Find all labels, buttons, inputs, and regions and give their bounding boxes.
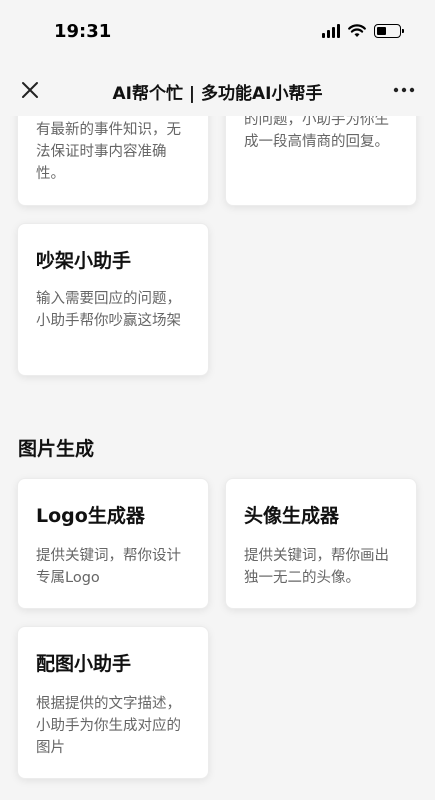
card-title: 头像生成器 — [244, 505, 340, 527]
status-time: 19:31 — [54, 21, 112, 42]
quarrel-helper-card[interactable]: 吵架小助手 输入需要回应的问题，小助手帮你吵赢这场架 — [17, 223, 209, 376]
content-area[interactable]: 有最新的事件知识，无法保证时事内容准确性。 的问题，小助手为你生成一段高情商的回… — [0, 116, 435, 800]
card-desc: 的问题，小助手为你生成一段高情商的回复。 — [244, 116, 389, 150]
partial-card-right[interactable]: 的问题，小助手为你生成一段高情商的回复。 — [225, 116, 417, 206]
close-icon[interactable] — [18, 78, 42, 102]
avatar-generator-card[interactable]: 头像生成器 提供关键词，帮你画出独一无二的头像。 — [225, 478, 417, 609]
illustration-helper-card[interactable]: 配图小助手 根据提供的文字描述，小助手为你生成对应的图片 — [17, 626, 209, 779]
status-bar: 19:31 — [0, 0, 435, 64]
card-desc: 输入需要回应的问题，小助手帮你吵赢这场架 — [36, 291, 181, 329]
battery-icon — [374, 24, 404, 38]
logo-generator-card[interactable]: Logo生成器 提供关键词，帮你设计专属Logo — [17, 478, 209, 609]
more-icon[interactable] — [391, 78, 417, 102]
nav-bar: AI帮个忙 | 多功能AI小帮手 — [0, 64, 435, 116]
wifi-icon — [348, 24, 366, 37]
card-title: 配图小助手 — [36, 653, 132, 675]
status-icons — [322, 24, 404, 38]
card-title: Logo生成器 — [36, 505, 145, 527]
card-desc: 提供关键词，帮你画出独一无二的头像。 — [244, 548, 389, 586]
card-desc: 提供关键词，帮你设计专属Logo — [36, 548, 181, 586]
section-title-image-generation: 图片生成 — [18, 438, 95, 460]
card-desc: 根据提供的文字描述，小助手为你生成对应的图片 — [36, 696, 181, 756]
signal-icon — [322, 24, 340, 38]
page-title: AI帮个忙 | 多功能AI小帮手 — [112, 84, 323, 104]
card-desc: 有最新的事件知识，无法保证时事内容准确性。 — [36, 122, 181, 182]
card-title: 吵架小助手 — [36, 250, 132, 272]
partial-card-left[interactable]: 有最新的事件知识，无法保证时事内容准确性。 — [17, 116, 209, 206]
